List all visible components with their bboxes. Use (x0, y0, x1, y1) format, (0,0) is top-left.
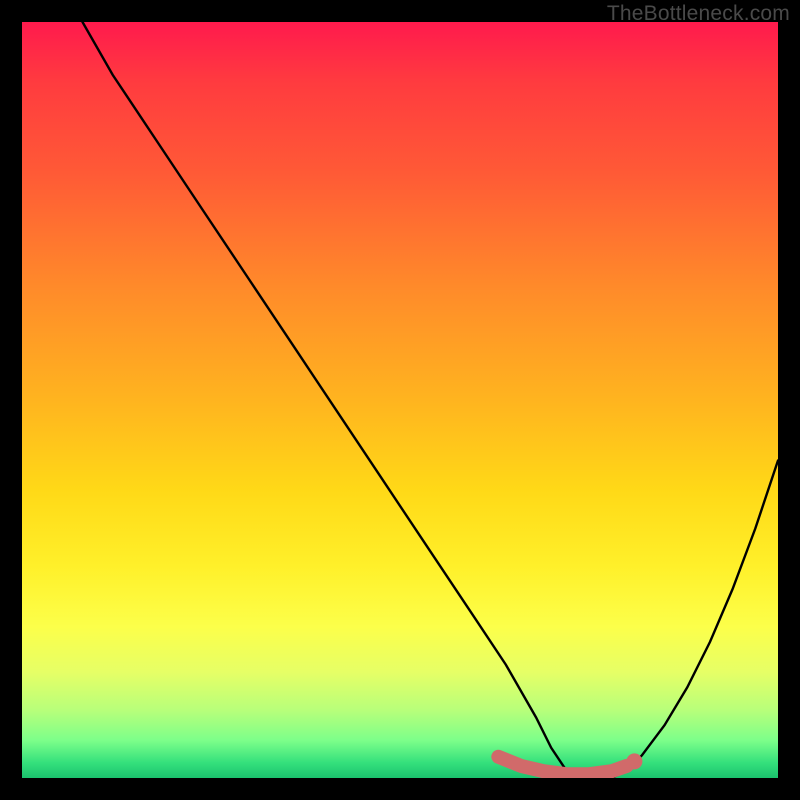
bottleneck-curve-line (83, 22, 779, 778)
plot-area (22, 22, 778, 778)
chart-frame: TheBottleneck.com (0, 0, 800, 800)
optimal-range-end-dot (626, 753, 642, 769)
chart-svg (22, 22, 778, 778)
watermark-label: TheBottleneck.com (607, 2, 790, 26)
